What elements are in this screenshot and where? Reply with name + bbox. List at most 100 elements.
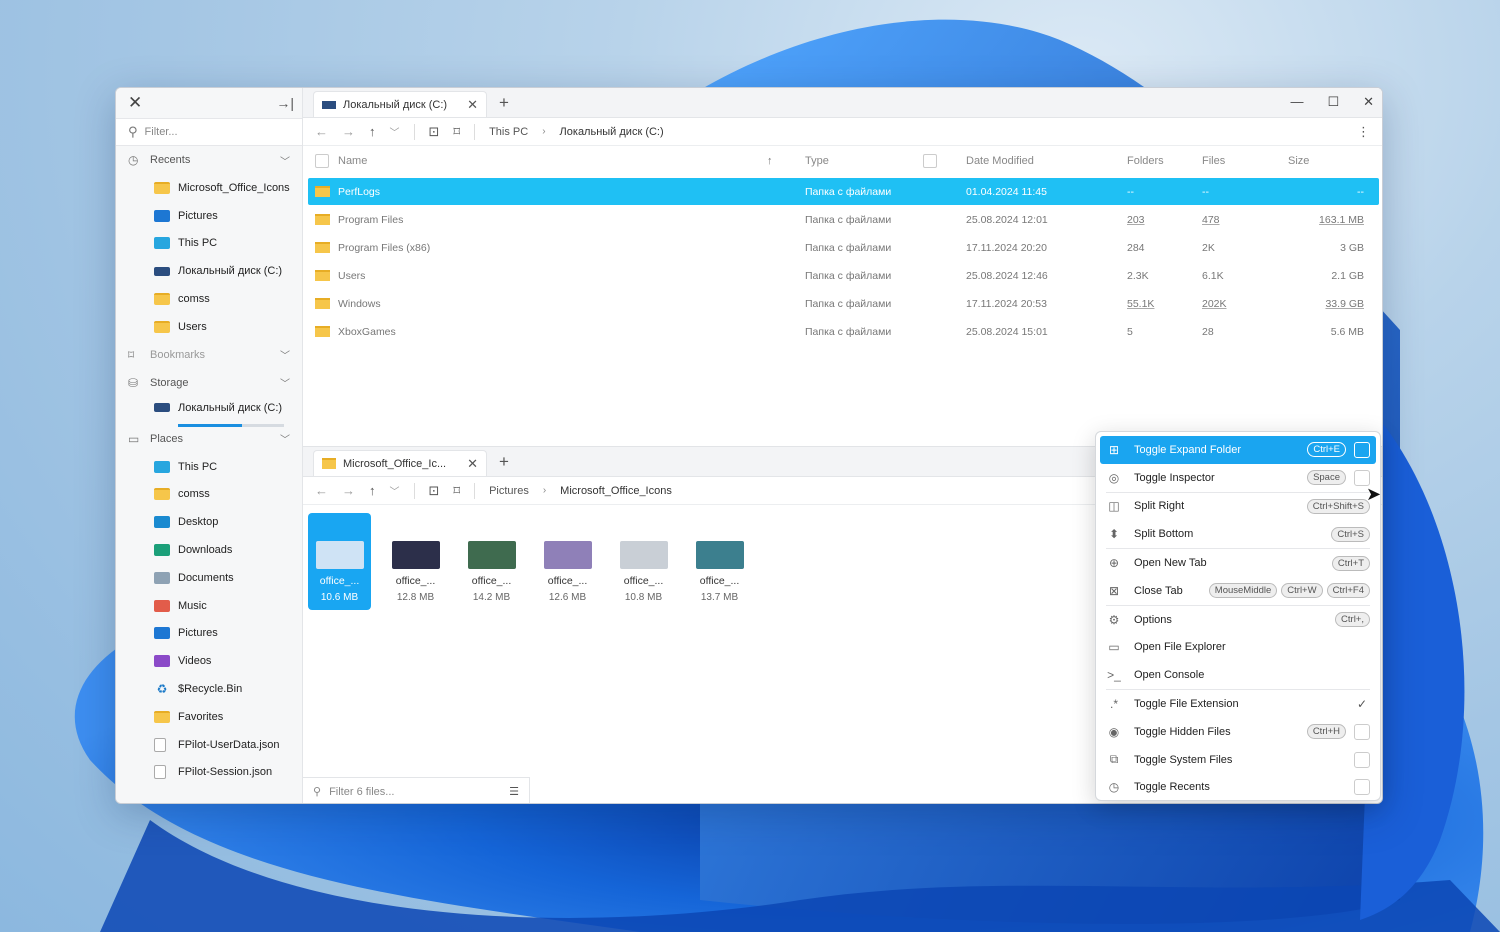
file-tile[interactable]: office_... 13.7 MB xyxy=(688,513,751,610)
breadcrumb-item[interactable]: Локальный диск (C:) xyxy=(560,126,664,138)
section-bookmarks[interactable]: ⌑ Bookmarks ﹀ xyxy=(116,341,302,369)
breadcrumb-item[interactable]: Pictures xyxy=(489,485,529,497)
column-date-modified[interactable]: Date Modified xyxy=(966,146,1034,176)
sidebar-item-recent[interactable]: This PC xyxy=(116,230,302,258)
menu-item-toggle-recents[interactable]: ◷ Toggle Recents xyxy=(1100,774,1376,802)
close-tab-icon[interactable]: ✕ xyxy=(467,456,478,472)
sidebar-item-place[interactable]: Videos xyxy=(116,647,302,675)
maximize-icon[interactable]: ☐ xyxy=(1327,94,1339,110)
menu-item-split-bottom[interactable]: ⬍ Split Bottom Ctrl+S xyxy=(1100,520,1376,548)
sidebar-item-place[interactable]: comss xyxy=(116,481,302,509)
menu-item-open-file-explorer[interactable]: ▭ Open File Explorer xyxy=(1100,634,1376,662)
section-places[interactable]: ▭ Places ﹀ xyxy=(116,425,302,453)
breadcrumb-item[interactable]: This PC xyxy=(489,126,528,138)
checkmark-icon[interactable]: ✓ xyxy=(1354,697,1370,711)
chevron-down-icon[interactable]: ﹀ xyxy=(280,431,290,446)
back-icon[interactable]: ← xyxy=(315,483,328,498)
select-all-checkbox[interactable] xyxy=(315,146,329,176)
column-size[interactable]: Size xyxy=(1288,146,1309,176)
sidebar-item-recent[interactable]: Users xyxy=(116,313,302,341)
menu-item-open-console[interactable]: >_ Open Console xyxy=(1100,661,1376,689)
sidebar-item-place[interactable]: Music xyxy=(116,592,302,620)
forward-icon[interactable]: → xyxy=(342,124,355,139)
sidebar-item-place[interactable]: Pictures xyxy=(116,620,302,648)
file-tile[interactable]: office_... 12.6 MB xyxy=(536,513,599,610)
menu-item-toggle-inspector[interactable]: ◎ Toggle Inspector Space xyxy=(1100,464,1376,492)
sidebar-item-place[interactable]: Documents xyxy=(116,564,302,592)
sidebar-item-storage-drive[interactable]: Локальный диск (C:) xyxy=(116,397,302,419)
bookmark-icon[interactable]: ⌑ xyxy=(453,124,460,140)
file-filter-input[interactable]: Filter 6 files... xyxy=(329,786,394,798)
sidebar-item-place[interactable]: ♻ $Recycle.Bin xyxy=(116,675,302,703)
file-tile[interactable]: office_... 14.2 MB xyxy=(460,513,523,610)
section-storage[interactable]: ⛁ Storage ﹀ xyxy=(116,369,302,397)
column-files[interactable]: Files xyxy=(1202,146,1225,176)
file-tile[interactable]: office_... 10.8 MB xyxy=(612,513,675,610)
menu-item-toggle-system-files[interactable]: ⧉ Toggle System Files xyxy=(1100,746,1376,774)
lock-icon[interactable]: ⊡ xyxy=(429,483,440,499)
column-name[interactable]: Name xyxy=(338,146,367,176)
table-row[interactable]: Program Files Папка с файлами 25.08.2024… xyxy=(308,206,1379,233)
chevron-down-icon[interactable]: ﹀ xyxy=(280,347,290,362)
table-row[interactable]: Windows Папка с файлами 17.11.2024 20:53… xyxy=(308,290,1379,317)
sidebar-item-place[interactable]: FPilot-Session.json xyxy=(116,759,302,787)
menu-item-options[interactable]: ⚙ Options Ctrl+, xyxy=(1100,606,1376,634)
menu-item-open-new-tab[interactable]: ⊕ Open New Tab Ctrl+T xyxy=(1100,549,1376,577)
menu-item-close-tab[interactable]: ⊠ Close Tab MouseMiddle Ctrl+W Ctrl+F4 xyxy=(1100,577,1376,605)
new-tab-icon[interactable]: + xyxy=(499,452,509,472)
table-row[interactable]: Users Папка с файлами 25.08.2024 12:46 2… xyxy=(308,262,1379,289)
history-chevron-icon[interactable]: ﹀ xyxy=(390,483,400,498)
breadcrumb-item[interactable]: Microsoft_Office_Icons xyxy=(560,485,672,497)
hidden-files-icon: ◉ xyxy=(1108,724,1120,739)
toggle-checkbox[interactable] xyxy=(1354,779,1370,796)
close-tab-icon[interactable]: ✕ xyxy=(467,97,478,113)
up-icon[interactable]: ↑ xyxy=(369,124,376,139)
sidebar-item-place[interactable]: Desktop xyxy=(116,508,302,536)
chevron-down-icon[interactable]: ﹀ xyxy=(280,153,290,168)
minimize-icon[interactable]: — xyxy=(1290,94,1303,110)
sidebar-item-place[interactable]: Favorites xyxy=(116,703,302,731)
bookmark-icon[interactable]: ⌑ xyxy=(453,483,460,499)
lock-icon[interactable]: ⊡ xyxy=(429,124,440,140)
close-window-icon[interactable]: ✕ xyxy=(1363,94,1374,110)
window-controls: — ☐ ✕ xyxy=(1290,94,1374,110)
toggle-checkbox[interactable] xyxy=(1354,441,1370,458)
more-options-icon[interactable]: ⋮ xyxy=(1357,124,1370,140)
sidebar-item-recent[interactable]: Локальный диск (C:) xyxy=(116,257,302,285)
menu-item-toggle-expand-folder[interactable]: ⊞ Toggle Expand Folder Ctrl+E xyxy=(1100,436,1376,464)
sidebar-item-recent[interactable]: comss xyxy=(116,285,302,313)
menu-item-toggle-file-extension[interactable]: .* Toggle File Extension ✓ xyxy=(1100,690,1376,718)
menu-item-toggle-hidden-files[interactable]: ◉ Toggle Hidden Files Ctrl+H xyxy=(1100,718,1376,746)
sidebar-item-recent[interactable]: Microsoft_Office_Icons xyxy=(116,174,302,202)
filter-options-icon[interactable]: ☰ xyxy=(509,785,519,798)
file-filter-bar[interactable]: ⚲ Filter 6 files... ☰ xyxy=(303,777,530,803)
table-row[interactable]: PerfLogs Папка с файлами 01.04.2024 11:4… xyxy=(308,178,1379,205)
up-icon[interactable]: ↑ xyxy=(369,483,376,498)
new-tab-icon[interactable]: + xyxy=(499,93,509,113)
forward-icon[interactable]: → xyxy=(342,483,355,498)
chevron-down-icon[interactable]: ﹀ xyxy=(280,375,290,390)
history-chevron-icon[interactable]: ﹀ xyxy=(390,124,400,139)
back-icon[interactable]: ← xyxy=(315,124,328,139)
collapse-sidebar-icon[interactable]: →| xyxy=(276,95,294,111)
table-row[interactable]: Program Files (x86) Папка с файлами 17.1… xyxy=(308,234,1379,261)
column-type[interactable]: Type xyxy=(805,146,829,176)
sidebar-item-place[interactable]: Downloads xyxy=(116,536,302,564)
section-recents[interactable]: ◷ Recents ﹀ xyxy=(116,146,302,174)
sidebar-filter-input[interactable]: Filter... xyxy=(145,126,178,138)
file-tile[interactable]: office_... 10.6 MB xyxy=(308,513,371,610)
tab-microsoft-office-icons[interactable]: Microsoft_Office_Ic... ✕ xyxy=(313,450,487,476)
column-folders[interactable]: Folders xyxy=(1127,146,1164,176)
sidebar-filter[interactable]: ⚲ Filter... xyxy=(116,118,302,146)
sidebar-item-place[interactable]: This PC xyxy=(116,453,302,481)
sidebar-item-place[interactable]: FPilot-UserData.json xyxy=(116,731,302,759)
type-filter-checkbox[interactable] xyxy=(923,146,937,176)
menu-item-split-right[interactable]: ◫ Split Right Ctrl+Shift+S xyxy=(1100,493,1376,521)
sidebar-item-recent[interactable]: Pictures xyxy=(116,202,302,230)
toggle-checkbox[interactable] xyxy=(1354,723,1370,740)
file-tile[interactable]: office_... 12.8 MB xyxy=(384,513,447,610)
table-row[interactable]: XboxGames Папка с файлами 25.08.2024 15:… xyxy=(308,318,1379,345)
toggle-checkbox[interactable] xyxy=(1354,751,1370,768)
sort-ascending-icon[interactable]: ↑ xyxy=(767,146,773,176)
tab-local-disk[interactable]: Локальный диск (C:) ✕ xyxy=(313,91,487,117)
